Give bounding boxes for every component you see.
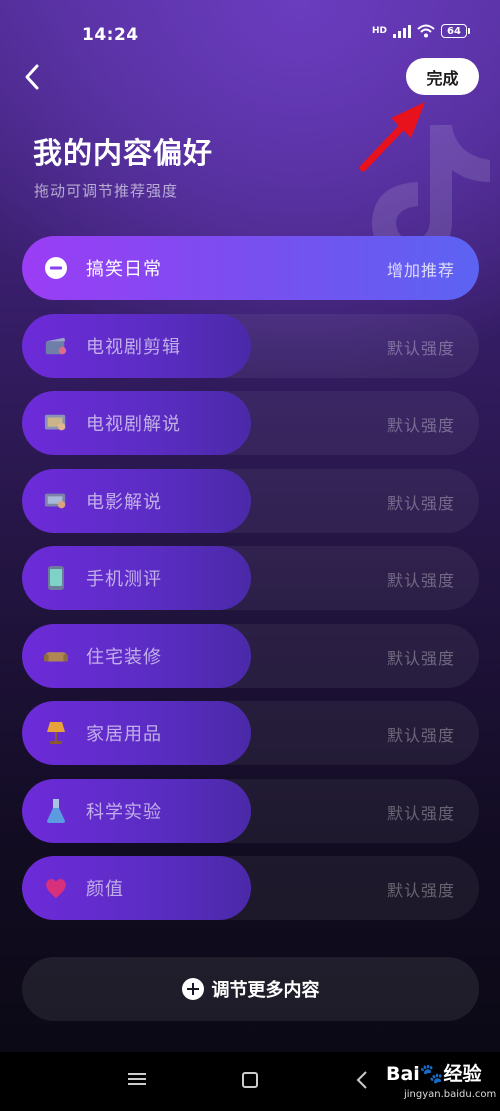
page-title: 我的内容偏好 [33, 136, 214, 170]
baidu-jingyan-watermark: Bai🐾经验 jingyan.baidu.com [380, 1055, 497, 1105]
preference-row[interactable]: 电视剧剪辑 默认强度 [22, 313, 479, 378]
minus-circle-icon[interactable] [44, 256, 68, 280]
wifi-icon [417, 24, 435, 38]
adjust-more-label: 调节更多内容 [211, 980, 320, 1001]
done-button[interactable]: 完成 [406, 58, 479, 95]
preference-row[interactable]: 颜值 默认强度 [22, 856, 479, 920]
watermark-main: Bai🐾经验 [386, 1063, 482, 1085]
lamp-icon [44, 721, 68, 745]
flask-icon [44, 798, 68, 823]
preference-row[interactable]: 科学实验 默认强度 [22, 778, 479, 843]
annotation-arrow [359, 102, 425, 172]
preference-row[interactable]: 电视剧解说 默认强度 [22, 391, 479, 455]
preference-strength: 默认强度 [386, 493, 455, 513]
preference-strength: 默认强度 [386, 571, 455, 590]
back-arrow-icon[interactable] [20, 62, 46, 92]
status-time: 14:24 [82, 25, 139, 45]
battery-icon: 64 [441, 24, 470, 38]
battery-level: 64 [441, 24, 467, 38]
preference-strength: 默认强度 [386, 803, 455, 823]
preference-strength: 默认强度 [386, 648, 455, 668]
preference-label: 手机测评 [86, 569, 162, 590]
preference-strength: 增加推荐 [386, 261, 455, 280]
preference-label: 电影解说 [86, 491, 162, 513]
home-icon[interactable] [242, 1072, 258, 1088]
preference-label: 搞笑日常 [86, 259, 162, 280]
menu-icon[interactable] [128, 1072, 146, 1086]
preference-strength: 默认强度 [386, 726, 455, 745]
preference-label: 电视剧解说 [86, 414, 181, 435]
preference-strength: 默认强度 [386, 881, 455, 900]
sofa-icon [44, 644, 68, 668]
tv-presenter-icon [44, 411, 68, 435]
hd-indicator: HD [371, 25, 387, 36]
preference-row[interactable]: 家居用品 默认强度 [22, 701, 479, 765]
preference-label: 电视剧剪辑 [86, 336, 181, 358]
preference-row[interactable]: 住宅装修 默认强度 [22, 623, 479, 688]
phone-icon [44, 566, 68, 590]
nav-back-icon[interactable] [356, 1070, 368, 1090]
film-clapper-icon [44, 334, 68, 358]
signal-icon [393, 24, 411, 38]
preference-strength: 默认强度 [386, 416, 455, 435]
movie-screen-icon [44, 489, 68, 513]
preference-row[interactable]: 搞笑日常 增加推荐 [22, 236, 479, 300]
adjust-more-button[interactable]: 调节更多内容 [22, 957, 479, 1021]
status-icons: HD 64 [372, 24, 470, 38]
plus-circle-icon [181, 978, 204, 1000]
preference-row[interactable]: 手机测评 默认强度 [22, 546, 479, 610]
preference-label: 住宅装修 [86, 646, 162, 668]
heart-icon [44, 876, 68, 900]
status-bar: 14:24 HD 64 [0, 0, 500, 60]
preference-label: 颜值 [86, 879, 124, 900]
preference-row[interactable]: 电影解说 默认强度 [22, 468, 479, 533]
watermark-sub: jingyan.baidu.com [404, 1089, 497, 1100]
preference-label: 科学实验 [86, 801, 162, 823]
preference-label: 家居用品 [86, 724, 162, 745]
preference-list: 搞笑日常 增加推荐 电视剧剪辑 默认强度 电视剧解说 默认强度 电影解说 默认强度 手机测评 默认… [22, 236, 479, 934]
preference-strength: 默认强度 [386, 338, 455, 358]
page-subtitle: 拖动可调节推荐强度 [34, 182, 179, 200]
